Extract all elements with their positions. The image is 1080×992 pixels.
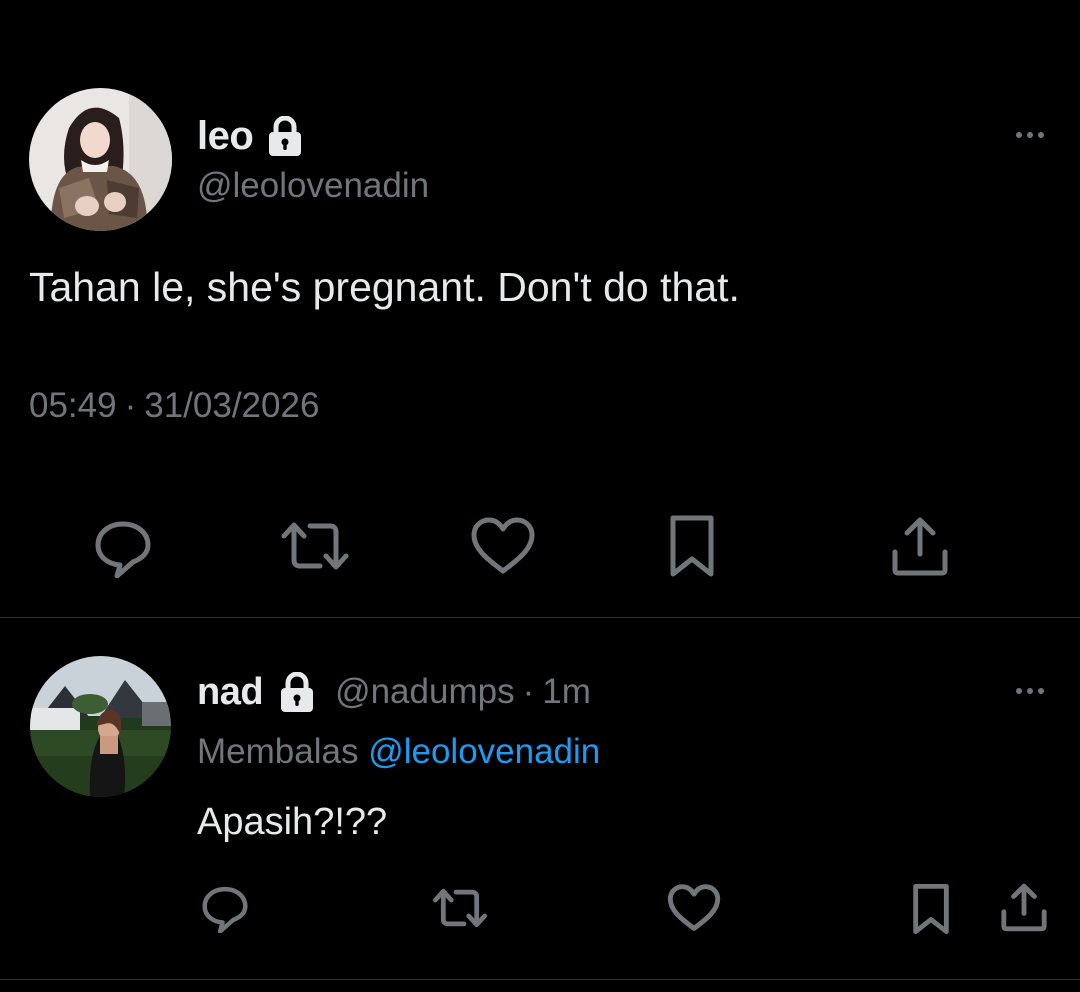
reply-icon[interactable] <box>197 880 253 934</box>
replying-to-mention[interactable]: @leolovenadin <box>368 732 600 771</box>
display-name[interactable]: leo <box>197 114 254 159</box>
more-options-icon[interactable] <box>1016 130 1044 140</box>
more-dot <box>1027 688 1033 694</box>
handle-separator: · <box>522 672 535 711</box>
tweet-divider <box>0 617 1080 618</box>
tweet-time: 05:49 <box>29 386 117 425</box>
avatar-nad[interactable] <box>30 656 171 797</box>
timestamp-separator: · <box>124 386 137 425</box>
reply-divider <box>0 979 1080 980</box>
more-dot <box>1027 132 1033 138</box>
tweet-text: Tahan le, she's pregnant. Don't do that. <box>29 264 740 310</box>
share-icon[interactable] <box>888 513 952 579</box>
reply-author-row: nad @nadumps · 1m <box>197 668 591 716</box>
more-dot <box>1016 132 1022 138</box>
more-dot <box>1016 688 1022 694</box>
avatar-image <box>30 656 171 797</box>
lock-icon <box>279 672 315 712</box>
reply-text: Apasih?!?? <box>197 801 388 843</box>
lock-icon <box>267 116 303 156</box>
more-dot <box>1038 132 1044 138</box>
author-handle: @nadumps · 1m <box>335 672 591 712</box>
more-options-icon[interactable] <box>1016 686 1044 696</box>
replying-to-label: Membalas <box>197 732 359 771</box>
bookmark-icon[interactable] <box>662 512 722 580</box>
display-name[interactable]: nad <box>197 671 264 714</box>
tweet-timestamp[interactable]: 05:49 · 31/03/2026 <box>29 386 319 426</box>
bookmark-icon[interactable] <box>908 882 954 936</box>
author-handle[interactable]: @leolovenadin <box>197 166 429 206</box>
author-name-row: leo <box>197 112 303 160</box>
retweet-icon[interactable] <box>428 884 492 932</box>
like-icon[interactable] <box>468 516 538 576</box>
reply-handle[interactable]: @nadumps <box>335 672 515 711</box>
share-icon[interactable] <box>998 880 1050 934</box>
replying-to: Membalas @leolovenadin <box>197 732 600 772</box>
retweet-icon[interactable] <box>275 515 355 577</box>
avatar-leo[interactable] <box>29 88 172 231</box>
avatar-image <box>29 88 172 231</box>
more-dot <box>1038 688 1044 694</box>
like-icon[interactable] <box>666 884 722 932</box>
tweet-date: 31/03/2026 <box>144 386 320 425</box>
reply-icon[interactable] <box>88 513 158 579</box>
reply-age[interactable]: 1m <box>542 672 591 711</box>
